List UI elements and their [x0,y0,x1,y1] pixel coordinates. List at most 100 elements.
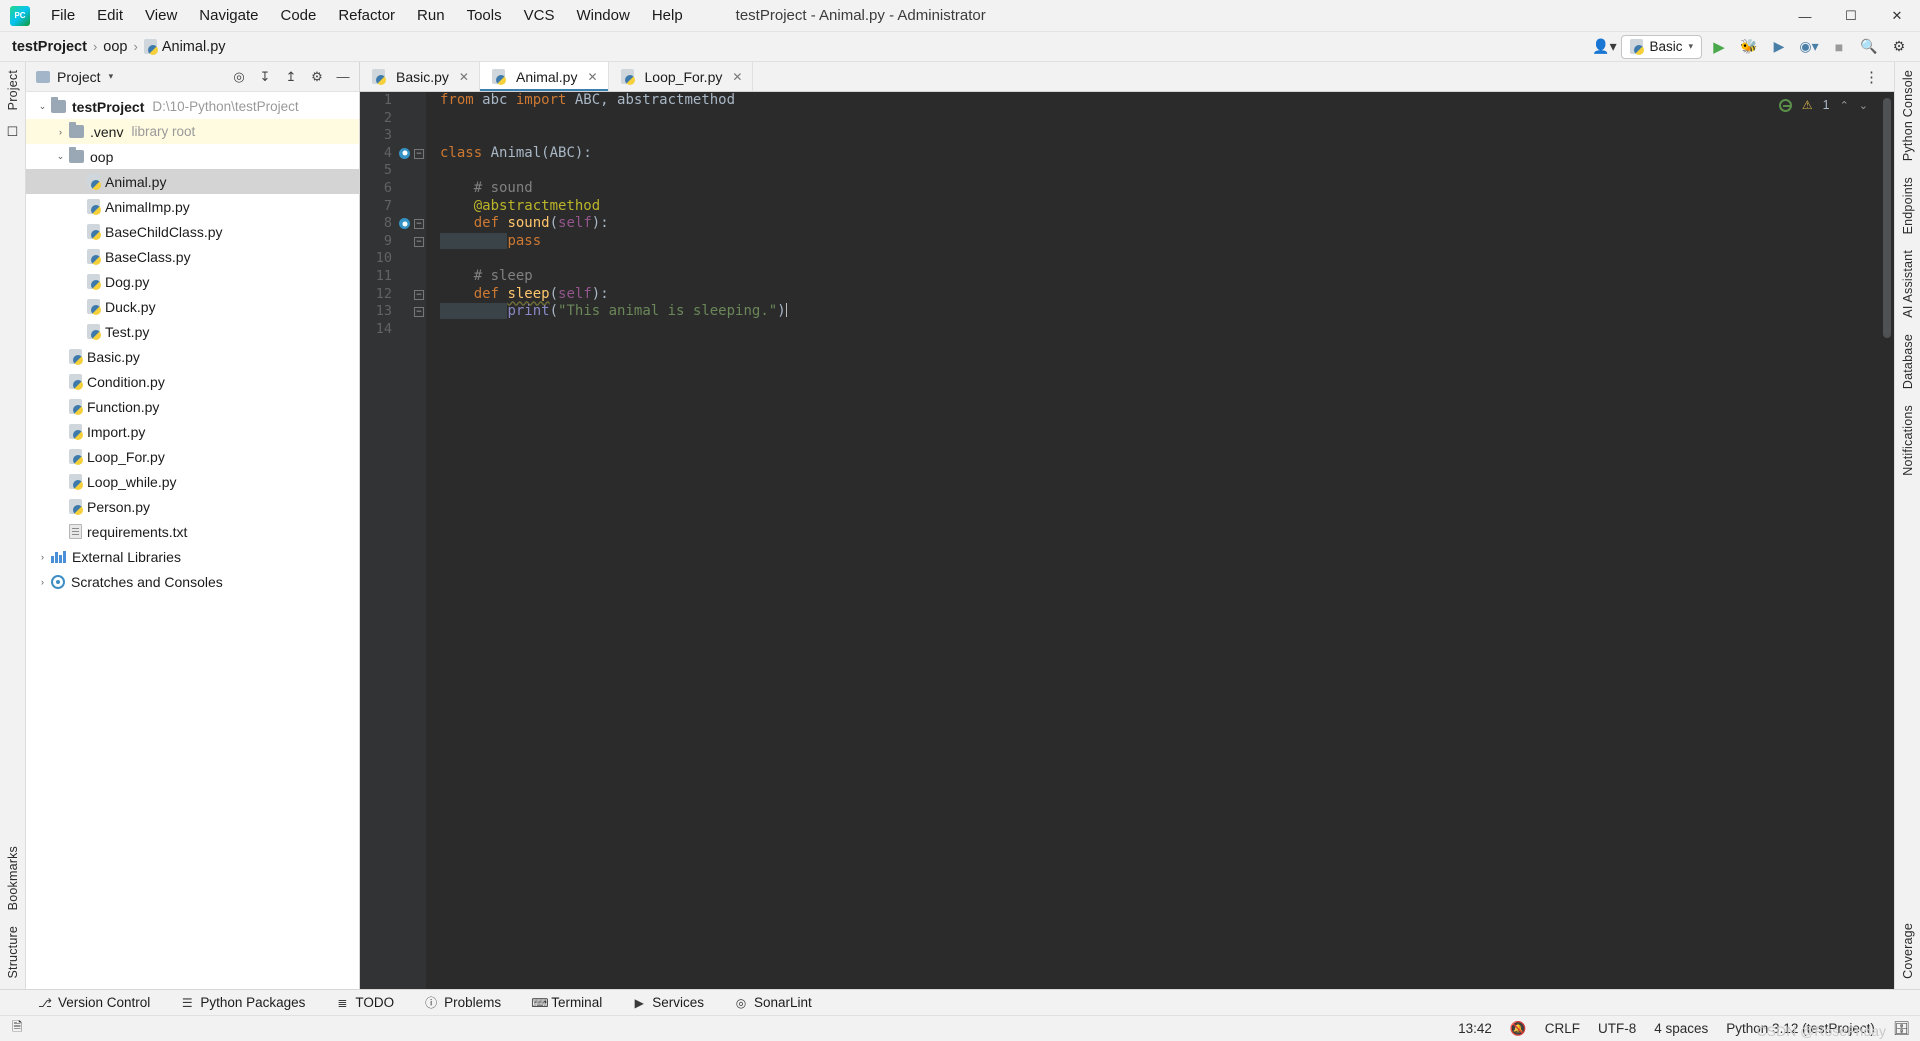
tree-row-baseclass-py[interactable]: ›BaseClass.py [26,244,359,269]
code-line-13[interactable]: print("This animal is sleeping.") [440,303,1894,321]
minimize-button[interactable]: — [1782,0,1828,32]
close-button[interactable]: ✕ [1874,0,1920,32]
tool-window-sonarlint[interactable]: ◎ SonarLint [730,993,816,1012]
editor-layout-icon[interactable]: 🗎 [12,1018,22,1040]
code-line-12[interactable]: def sleep(self): [440,286,1894,304]
close-tab-icon[interactable]: ✕ [459,70,469,84]
gutter-line-7[interactable]: 7 [360,198,426,216]
gutter-line-14[interactable]: 14 [360,321,426,339]
encoding[interactable]: UTF-8 [1598,1021,1636,1036]
memory-icon[interactable]: 🗄 [1893,1021,1910,1037]
gutter-line-8[interactable]: 8− [360,215,426,233]
code-fold-icon[interactable]: − [414,307,424,318]
editor-scrollbar[interactable] [1872,92,1894,989]
editor-tab-basic-py[interactable]: Basic.py ✕ [360,62,480,91]
tree-row-basechildclass-py[interactable]: ›BaseChildClass.py [26,219,359,244]
tree-twisty-icon[interactable]: ⌄ [34,101,51,112]
gutter-line-3[interactable]: 3 [360,127,426,145]
hide-icon[interactable]: — [331,65,355,89]
gutter-line-5[interactable]: 5 [360,162,426,180]
breadcrumb-file[interactable]: Animal.py [143,39,226,55]
locate-icon[interactable]: ◎ [227,65,251,89]
code-editor[interactable]: 1 2 3 4−5 6 7 8−9−10 11 12−13−14 from abc import… [360,92,1894,989]
tree-row-testproject[interactable]: ⌄ testProject D:\10-Python\testProject [26,94,359,119]
tree-twisty-icon[interactable]: › [52,127,69,137]
scrollbar-thumb[interactable] [1883,98,1891,338]
rail-item-ai-assistant[interactable]: AI Assistant [1901,250,1915,318]
tool-window-services[interactable]: ▶ Services [628,993,708,1012]
code-line-1[interactable]: from abc import ABC, abstractmethod [440,92,1894,110]
settings-icon[interactable]: ⚙ [1886,35,1912,59]
tree-twisty-icon[interactable]: › [34,552,51,562]
maximize-button[interactable]: ☐ [1828,0,1874,32]
gutter-line-10[interactable]: 10 [360,250,426,268]
tree-row-function-py[interactable]: ›Function.py [26,394,359,419]
menu-window[interactable]: Window [565,2,640,29]
tree-row-dog-py[interactable]: ›Dog.py [26,269,359,294]
gutter-line-9[interactable]: 9− [360,233,426,251]
tree-twisty-icon[interactable]: ⌄ [52,151,69,162]
code-line-4[interactable]: class Animal(ABC): [440,145,1894,163]
tree-row-duck-py[interactable]: ›Duck.py [26,294,359,319]
gutter-line-12[interactable]: 12− [360,286,426,304]
tree-row-person-py[interactable]: ›Person.py [26,494,359,519]
gutter-line-11[interactable]: 11 [360,268,426,286]
close-tab-icon[interactable]: ✕ [587,70,597,84]
menu-run[interactable]: Run [406,2,456,29]
code-fold-icon[interactable]: − [414,236,424,247]
tool-window-python-packages[interactable]: ☰ Python Packages [176,993,309,1012]
gutter-line-4[interactable]: 4− [360,145,426,163]
run-gutter-icon[interactable] [399,218,410,230]
tool-window-version-control[interactable]: ⎇ Version Control [34,993,154,1012]
editor-tab-loop-for-py[interactable]: Loop_For.py ✕ [608,62,754,91]
menu-code[interactable]: Code [269,2,327,29]
rail-item-coverage[interactable]: Coverage [1901,923,1915,979]
code-fold-icon[interactable]: − [414,148,424,159]
close-tab-icon[interactable]: ✕ [732,70,742,84]
debug-icon[interactable]: 🐝 [1736,35,1762,59]
tree-row-condition-py[interactable]: ›Condition.py [26,369,359,394]
project-file-tree[interactable]: ⌄ testProject D:\10-Python\testProject › .ve… [26,92,359,989]
menu-tools[interactable]: Tools [456,2,513,29]
rail-item-bookmarks[interactable]: Bookmarks [6,846,20,910]
gutter-line-13[interactable]: 13− [360,303,426,321]
menu-navigate[interactable]: Navigate [188,2,269,29]
code-line-11[interactable]: # sleep [440,268,1894,286]
breadcrumb-oop[interactable]: oop [103,39,127,55]
expand-all-icon[interactable]: ↧ [253,65,277,89]
tree-row-loop-for-py[interactable]: ›Loop_For.py [26,444,359,469]
rail-item-database[interactable]: Database [1901,334,1915,389]
rail-item-notifications[interactable]: Notifications [1901,405,1915,476]
line-separator[interactable]: CRLF [1545,1021,1580,1036]
indent-setting[interactable]: 4 spaces [1654,1021,1708,1036]
gutter-line-2[interactable]: 2 [360,110,426,128]
menu-help[interactable]: Help [641,2,694,29]
tree-twisty-icon[interactable]: › [34,577,51,587]
code-fold-icon[interactable]: − [414,219,424,230]
menu-refactor[interactable]: Refactor [327,2,406,29]
breadcrumb-project[interactable]: testProject [12,39,87,55]
run-configuration-selector[interactable]: Basic ▾ [1621,34,1702,59]
code-line-3[interactable] [440,127,1894,145]
tabs-overflow-icon[interactable]: ⋮ [1856,62,1888,92]
profiler-icon[interactable]: ◉▾ [1796,35,1822,59]
editor-gutter[interactable]: 1 2 3 4−5 6 7 8−9−10 11 12−13−14 [360,92,426,989]
tree-row-scratches-and-consoles[interactable]: › Scratches and Consoles [26,569,359,594]
tree-row-test-py[interactable]: ›Test.py [26,319,359,344]
run-icon[interactable]: ▶ [1706,35,1732,59]
editor-tab-animal-py[interactable]: Animal.py ✕ [479,62,609,91]
menu-vcs[interactable]: VCS [513,2,566,29]
inspection-widget[interactable]: ⚠ 1 ⌃ ⌄ [1778,98,1868,112]
menu-file[interactable]: File [40,2,86,29]
rail-item-endpoints[interactable]: Endpoints [1901,177,1915,234]
bell-crossed-icon[interactable]: 🔕 [1510,1021,1527,1037]
next-problem-icon[interactable]: ⌄ [1859,99,1868,112]
prev-problem-icon[interactable]: ⌃ [1840,99,1849,112]
tree-row-requirements-txt[interactable]: ›requirements.txt [26,519,359,544]
tool-window-problems[interactable]: ⓘ Problems [420,992,505,1013]
settings-icon[interactable]: ⚙ [305,65,329,89]
rail-item-python-console[interactable]: Python Console [1901,70,1915,161]
code-content[interactable]: from abc import ABC, abstractmethod clas… [426,92,1894,989]
code-line-5[interactable] [440,162,1894,180]
rail-item-structure[interactable]: Structure [6,926,20,979]
